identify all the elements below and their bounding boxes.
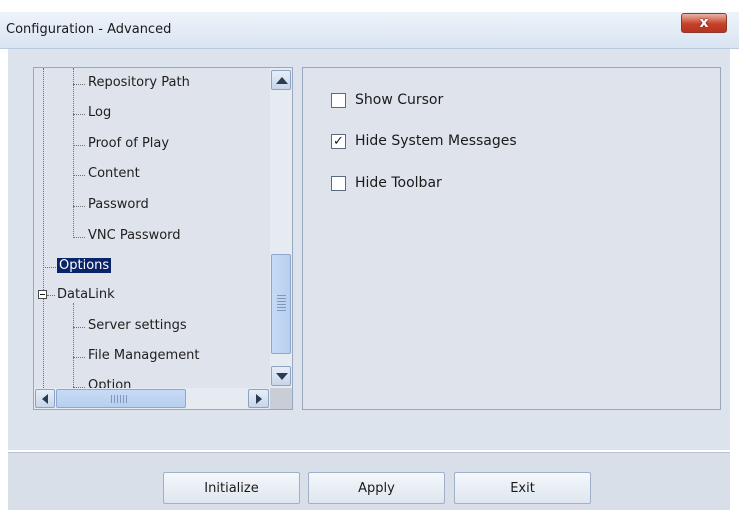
collapse-icon[interactable] — [38, 290, 47, 299]
tree-item-file-management[interactable]: File Management — [88, 348, 200, 363]
arrow-up-icon — [276, 77, 288, 84]
horizontal-scroll-thumb[interactable] — [56, 389, 186, 408]
scroll-left-button[interactable] — [35, 389, 55, 408]
exit-button[interactable]: Exit — [454, 472, 591, 504]
settings-tree[interactable]: Repository Path Log Proof of Play Conten… — [33, 67, 293, 410]
tree-item-proof-of-play[interactable]: Proof of Play — [88, 136, 169, 151]
tree-connector — [47, 295, 55, 296]
arrow-down-icon — [276, 373, 288, 380]
tree-connector — [73, 175, 85, 176]
tree-item-options[interactable]: Options — [57, 258, 112, 273]
scroll-up-button[interactable] — [271, 70, 291, 90]
close-icon: x — [699, 15, 709, 31]
scroll-down-button[interactable] — [271, 366, 291, 386]
tree-item-server-settings[interactable]: Server settings — [88, 318, 187, 333]
grip-icon — [111, 395, 129, 403]
grip-icon — [277, 295, 286, 313]
apply-button[interactable]: Apply — [308, 472, 445, 504]
tree-guide-line — [73, 303, 74, 393]
tree-connector — [73, 114, 85, 115]
tree-connector — [73, 237, 85, 238]
close-button[interactable]: x — [681, 13, 727, 33]
vertical-scrollbar[interactable] — [270, 68, 292, 388]
hide-toolbar-checkbox[interactable] — [331, 175, 346, 191]
configuration-window: Configuration - Advanced x Repository Pa… — [0, 0, 739, 510]
options-panel: Show Cursor ✓ Hide System Messages Hide … — [302, 67, 721, 410]
arrow-right-icon — [256, 394, 262, 404]
scroll-corner — [270, 388, 292, 409]
tree-item-content[interactable]: Content — [88, 166, 140, 181]
initialize-button[interactable]: Initialize — [163, 472, 300, 504]
hide-system-messages-checkbox[interactable]: ✓ — [331, 133, 346, 149]
tree-guide-line — [73, 68, 74, 238]
option-show-cursor[interactable]: Show Cursor — [331, 91, 443, 109]
tree-guide-line — [43, 68, 44, 388]
tree-item-password[interactable]: Password — [88, 197, 149, 212]
vertical-scroll-thumb[interactable] — [271, 254, 291, 354]
checkmark-icon: ✓ — [333, 133, 344, 149]
horizontal-scrollbar[interactable] — [34, 388, 270, 409]
show-cursor-label: Show Cursor — [355, 92, 444, 108]
show-cursor-checkbox[interactable] — [331, 92, 346, 108]
tree-item-log[interactable]: Log — [88, 105, 111, 120]
hide-system-messages-label: Hide System Messages — [355, 133, 517, 149]
tree-item-vnc-password[interactable]: VNC Password — [88, 228, 181, 243]
hide-toolbar-label: Hide Toolbar — [355, 175, 442, 191]
window-title: Configuration - Advanced — [6, 22, 172, 37]
option-hide-toolbar[interactable]: Hide Toolbar — [331, 174, 442, 192]
tree-connector — [73, 84, 85, 85]
tree-item-datalink[interactable]: DataLink — [57, 287, 115, 302]
option-hide-system-messages[interactable]: ✓ Hide System Messages — [331, 132, 517, 150]
tree-connector — [43, 267, 56, 268]
tree-connector — [73, 327, 85, 328]
title-bar: Configuration - Advanced x — [0, 12, 739, 49]
tree-connector — [73, 145, 85, 146]
scroll-right-button[interactable] — [248, 389, 269, 408]
tree-connector — [73, 206, 85, 207]
tree-connector — [73, 357, 85, 358]
arrow-left-icon — [42, 394, 48, 404]
tree-item-repository-path[interactable]: Repository Path — [88, 75, 190, 90]
